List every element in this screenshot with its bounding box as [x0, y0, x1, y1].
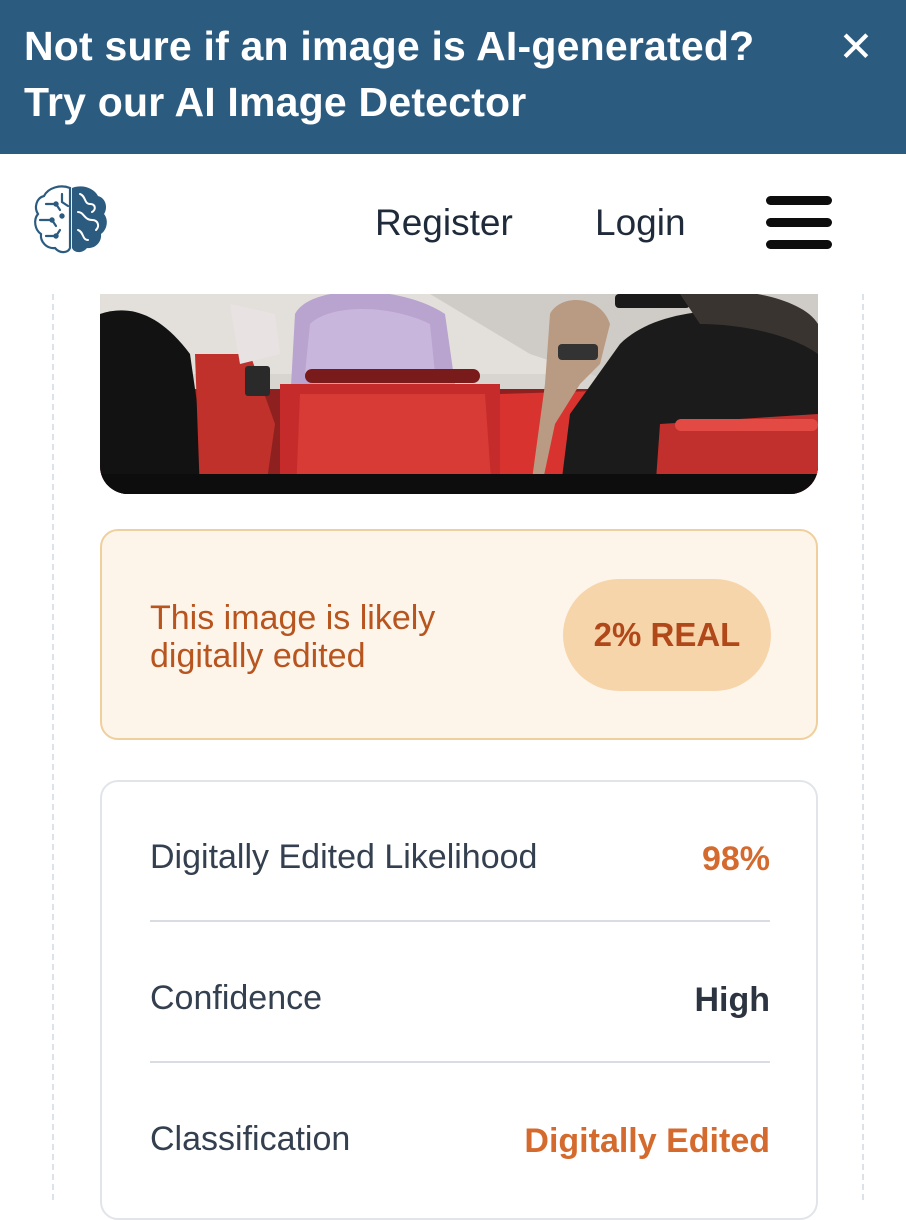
detail-row-confidence: Confidence High — [150, 923, 770, 1063]
banner-text: Not sure if an image is AI-generated? Tr… — [24, 18, 824, 130]
detail-label: Digitally Edited Likelihood — [150, 838, 538, 876]
register-link[interactable]: Register — [375, 202, 513, 244]
detail-label: Confidence — [150, 979, 323, 1017]
detail-value: High — [694, 981, 770, 1019]
analyzed-image — [100, 294, 818, 494]
close-icon[interactable]: ✕ — [832, 22, 880, 70]
banner-line-2: Try our AI Image Detector — [24, 79, 527, 125]
detail-label: Classification — [150, 1120, 351, 1158]
login-link[interactable]: Login — [595, 202, 686, 244]
ai-detector-promo-banner[interactable]: Not sure if an image is AI-generated? Tr… — [0, 0, 906, 154]
detail-row-classification: Classification Digitally Edited — [150, 1064, 770, 1204]
detail-value: Digitally Edited — [524, 1122, 770, 1160]
detail-value: 98% — [701, 840, 770, 878]
result-message: This image is likely digitally edited — [150, 599, 436, 675]
brain-icon[interactable] — [32, 182, 110, 256]
banner-line-1: Not sure if an image is AI-generated? — [24, 23, 755, 69]
detail-row-edited-likelihood: Digitally Edited Likelihood 98% — [150, 782, 770, 922]
navbar: Register Login — [0, 154, 906, 294]
real-score-badge: 2% REAL — [563, 579, 771, 691]
details-card: Digitally Edited Likelihood 98% Confiden… — [100, 780, 818, 1220]
hamburger-menu-icon[interactable] — [766, 194, 832, 252]
result-card: This image is likely digitally edited 2%… — [100, 529, 818, 740]
